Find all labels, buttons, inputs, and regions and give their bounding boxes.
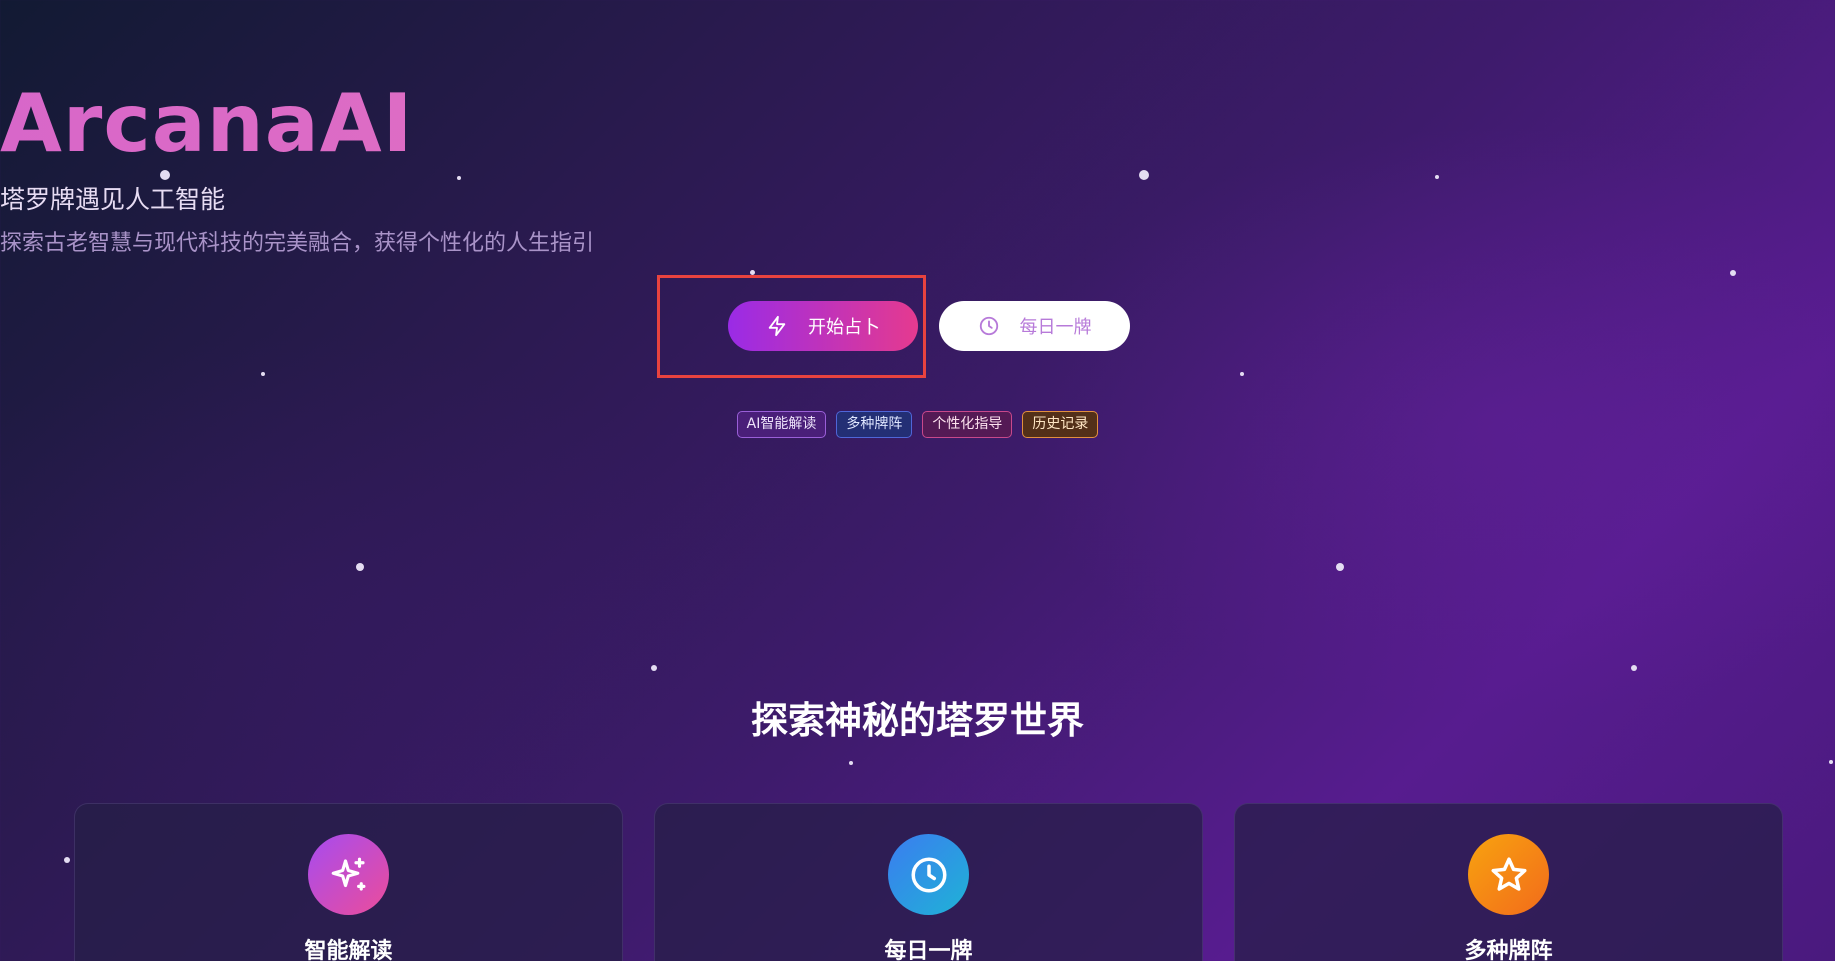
- star-icon: [1468, 834, 1549, 915]
- star-decoration: [457, 176, 461, 180]
- star-decoration: [356, 563, 364, 571]
- section-title: 探索神秘的塔罗世界: [751, 699, 1084, 742]
- start-divination-label: 开始占卜: [808, 317, 880, 338]
- feature-tags: AI智能解读 多种牌阵 个性化指导 历史记录: [0, 411, 1835, 438]
- feature-card-title: 智能解读: [304, 939, 393, 961]
- sparkles-icon: [308, 834, 389, 915]
- daily-card-button[interactable]: 每日一牌: [939, 301, 1130, 351]
- clock-icon: [978, 315, 1000, 337]
- star-decoration: [261, 372, 265, 376]
- star-decoration: [1730, 270, 1736, 276]
- star-decoration: [849, 761, 853, 765]
- star-decoration: [651, 665, 657, 671]
- lightning-icon: [766, 315, 788, 337]
- star-decoration: [1435, 175, 1439, 179]
- feature-card-title: 每日一牌: [884, 939, 973, 961]
- daily-card-label: 每日一牌: [1019, 317, 1092, 338]
- star-decoration: [1631, 665, 1637, 671]
- feature-card-smart-reading[interactable]: 智能解读: [74, 803, 623, 961]
- app-title: ArcanaAI: [0, 76, 1835, 172]
- feature-card-title: 多种牌阵: [1464, 939, 1553, 961]
- start-divination-button[interactable]: 开始占卜: [728, 301, 918, 351]
- tag-personal-guidance: 个性化指导: [922, 411, 1013, 438]
- feature-card-spreads[interactable]: 多种牌阵: [1234, 803, 1783, 961]
- hero-subtitle: 塔罗牌遇见人工智能: [0, 185, 226, 214]
- feature-card-daily[interactable]: 每日一牌: [654, 803, 1203, 961]
- clock-icon: [888, 834, 969, 915]
- star-decoration: [64, 857, 70, 863]
- tag-history: 历史记录: [1022, 411, 1099, 438]
- star-decoration: [1240, 372, 1244, 376]
- tag-spreads: 多种牌阵: [836, 411, 913, 438]
- star-decoration: [1829, 760, 1833, 764]
- tag-ai-reading: AI智能解读: [736, 411, 827, 438]
- star-decoration: [1336, 563, 1344, 571]
- hero-tagline: 探索古老智慧与现代科技的完美融合，获得个性化的人生指引: [0, 231, 595, 256]
